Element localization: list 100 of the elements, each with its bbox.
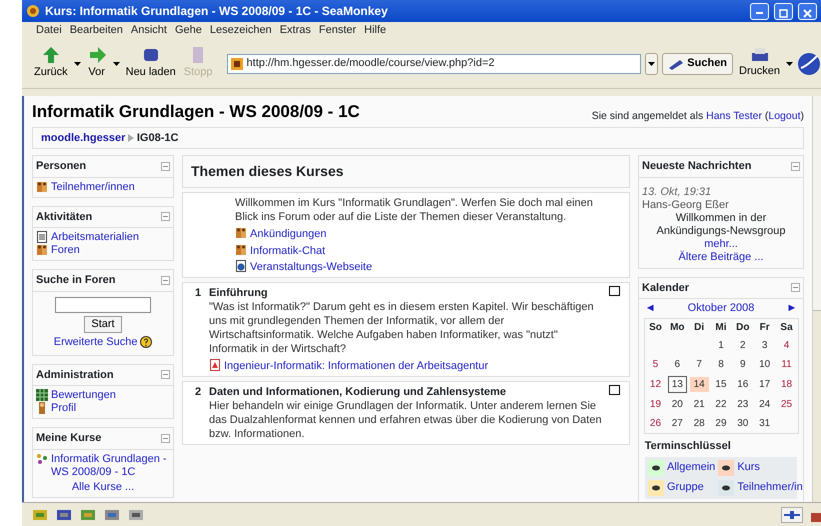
- connection-icon[interactable]: [781, 506, 803, 522]
- sidebar-link[interactable]: Foren: [51, 244, 80, 257]
- dropdown-button[interactable]: [645, 52, 658, 74]
- calendar-day[interactable]: 21: [690, 397, 709, 412]
- scrollbar[interactable]: [812, 96, 821, 502]
- news-text: Willkommen in der Ankündigungs-Newsgroup mehr...: [655, 212, 787, 250]
- resource-link[interactable]: Veranstaltungs-Webseite: [250, 260, 372, 274]
- menu-item[interactable]: Gehe: [174, 22, 202, 39]
- start-button[interactable]: Start: [84, 316, 122, 333]
- minimize-button[interactable]: [750, 2, 769, 20]
- highlight-toggle-icon[interactable]: [608, 385, 620, 395]
- search-field[interactable]: [55, 297, 151, 314]
- menu-item[interactable]: Datei: [36, 22, 62, 39]
- search-button[interactable]: Suchen: [662, 52, 734, 74]
- calendar-day[interactable]: 31: [755, 416, 774, 431]
- calendar-day[interactable]: 6: [668, 357, 687, 372]
- calendar-day[interactable]: 26: [646, 416, 665, 431]
- calendar-day[interactable]: 3: [755, 338, 774, 353]
- eye-icon[interactable]: [718, 480, 734, 496]
- sidebar-link[interactable]: Informatik Grundlagen - WS 2008/09 - 1C: [51, 452, 170, 478]
- calendar-day[interactable]: 4: [777, 338, 796, 353]
- calendar-day[interactable]: 11: [777, 357, 796, 372]
- menu-item[interactable]: Fenster: [318, 22, 356, 39]
- calendar-day[interactable]: 22: [711, 397, 730, 412]
- calendar-day[interactable]: 1: [711, 338, 730, 353]
- calendar-day[interactable]: 17: [755, 377, 774, 392]
- older-posts-link[interactable]: Ältere Beiträge ...: [678, 250, 764, 262]
- calendar-day[interactable]: 19: [646, 397, 665, 412]
- close-button[interactable]: [798, 2, 817, 20]
- login-info: Sie sind angemeldet als Hans Tester (Logout): [592, 108, 804, 124]
- calendar-day[interactable]: 8: [711, 357, 730, 372]
- calendar-day[interactable]: 9: [733, 357, 752, 372]
- calendar-day[interactable]: 29: [711, 416, 730, 431]
- collapse-icon[interactable]: [791, 162, 800, 171]
- calendar-day[interactable]: 15: [711, 377, 730, 392]
- sidebar-link[interactable]: Arbeitsmaterialien: [51, 231, 140, 244]
- more-link[interactable]: mehr...: [704, 238, 738, 250]
- previous-month-link[interactable]: ◄: [644, 302, 656, 315]
- eye-icon[interactable]: [648, 480, 664, 496]
- calendar-day[interactable]: 7: [690, 357, 709, 372]
- menu-item[interactable]: Bearbeiten: [70, 22, 123, 39]
- sidebar-link[interactable]: Bewertungen: [51, 389, 116, 402]
- collapse-icon[interactable]: [161, 370, 170, 380]
- calendar-day[interactable]: 27: [668, 416, 687, 431]
- dropdown-button[interactable]: [74, 62, 81, 66]
- menu-item[interactable]: Lesezeichen: [210, 22, 272, 39]
- people-icon: [235, 226, 247, 239]
- highlight-toggle-icon[interactable]: [608, 286, 620, 296]
- calendar-day[interactable]: 2: [733, 338, 752, 353]
- collapse-icon[interactable]: [161, 434, 170, 443]
- calendar-day[interactable]: 14: [690, 377, 709, 392]
- legend-link[interactable]: Allgemein: [667, 461, 716, 474]
- calendar-day[interactable]: 30: [733, 416, 752, 431]
- block-title: Administration: [36, 368, 114, 382]
- resource-link[interactable]: Informatik-Chat: [250, 244, 326, 258]
- calendar-month[interactable]: Oktober 2008: [688, 302, 754, 315]
- logout-link[interactable]: Logout: [768, 110, 800, 122]
- sidebar-link[interactable]: Profil: [51, 402, 76, 415]
- collapse-icon[interactable]: [161, 212, 170, 222]
- scroll-thumb[interactable]: [813, 96, 821, 311]
- page-title: Informatik Grundlagen - WS 2008/09 - 1C: [32, 101, 360, 123]
- calendar-day[interactable]: 12: [646, 377, 665, 392]
- legend-link[interactable]: Gruppe: [667, 481, 704, 494]
- menu-item[interactable]: Hilfe: [364, 22, 386, 39]
- all-courses-link[interactable]: Alle Kurse ...: [72, 481, 134, 494]
- toolbar-button[interactable]: Zurück: [32, 46, 70, 81]
- dropdown-button[interactable]: [112, 62, 120, 66]
- calendar-day[interactable]: 20: [668, 397, 687, 412]
- menu-item[interactable]: Extras: [280, 22, 311, 39]
- calendar-day[interactable]: 23: [733, 397, 752, 412]
- legend-link[interactable]: Teilnehmer/in: [737, 481, 803, 494]
- eye-icon[interactable]: [718, 460, 734, 476]
- eye-icon[interactable]: [648, 460, 664, 476]
- calendar-day[interactable]: 25: [777, 397, 796, 412]
- dropdown-button[interactable]: [786, 62, 793, 66]
- user-link[interactable]: Hans Tester: [706, 110, 762, 122]
- advanced-search-link[interactable]: Erweiterte Suche: [54, 336, 138, 349]
- collapse-icon[interactable]: [791, 283, 800, 292]
- menu-item[interactable]: Ansicht: [130, 22, 167, 39]
- maximize-button[interactable]: [774, 2, 793, 20]
- toolbar-button[interactable]: Vor: [84, 46, 109, 81]
- calendar-day[interactable]: 28: [690, 416, 709, 431]
- legend-link[interactable]: Kurs: [737, 461, 760, 474]
- resource-link[interactable]: Ingenieur-Informatik: Informationen der Arbeitsagentur: [224, 359, 488, 373]
- breadcrumb-link[interactable]: moodle.hgesser: [41, 130, 126, 146]
- calendar-day[interactable]: 10: [755, 357, 774, 372]
- help-icon[interactable]: [140, 336, 152, 348]
- calendar-day[interactable]: 13: [668, 376, 687, 393]
- calendar-day[interactable]: 5: [646, 357, 665, 372]
- calendar-day[interactable]: 18: [777, 377, 796, 392]
- toolbar-button[interactable]: Neu laden: [124, 46, 178, 81]
- sidebar-link[interactable]: Teilnehmer/innen: [51, 180, 135, 194]
- address-field[interactable]: http://hm.hgesser.de/moodle/course/view.php?id=2: [226, 54, 642, 74]
- next-month-link[interactable]: ►: [786, 302, 798, 315]
- collapse-icon[interactable]: [161, 162, 170, 171]
- print-button[interactable]: Drucken: [737, 47, 782, 80]
- resource-link[interactable]: Ankündigungen: [250, 226, 326, 241]
- calendar-day[interactable]: 16: [733, 377, 752, 392]
- calendar-day[interactable]: 24: [755, 397, 774, 412]
- collapse-icon[interactable]: [161, 276, 170, 285]
